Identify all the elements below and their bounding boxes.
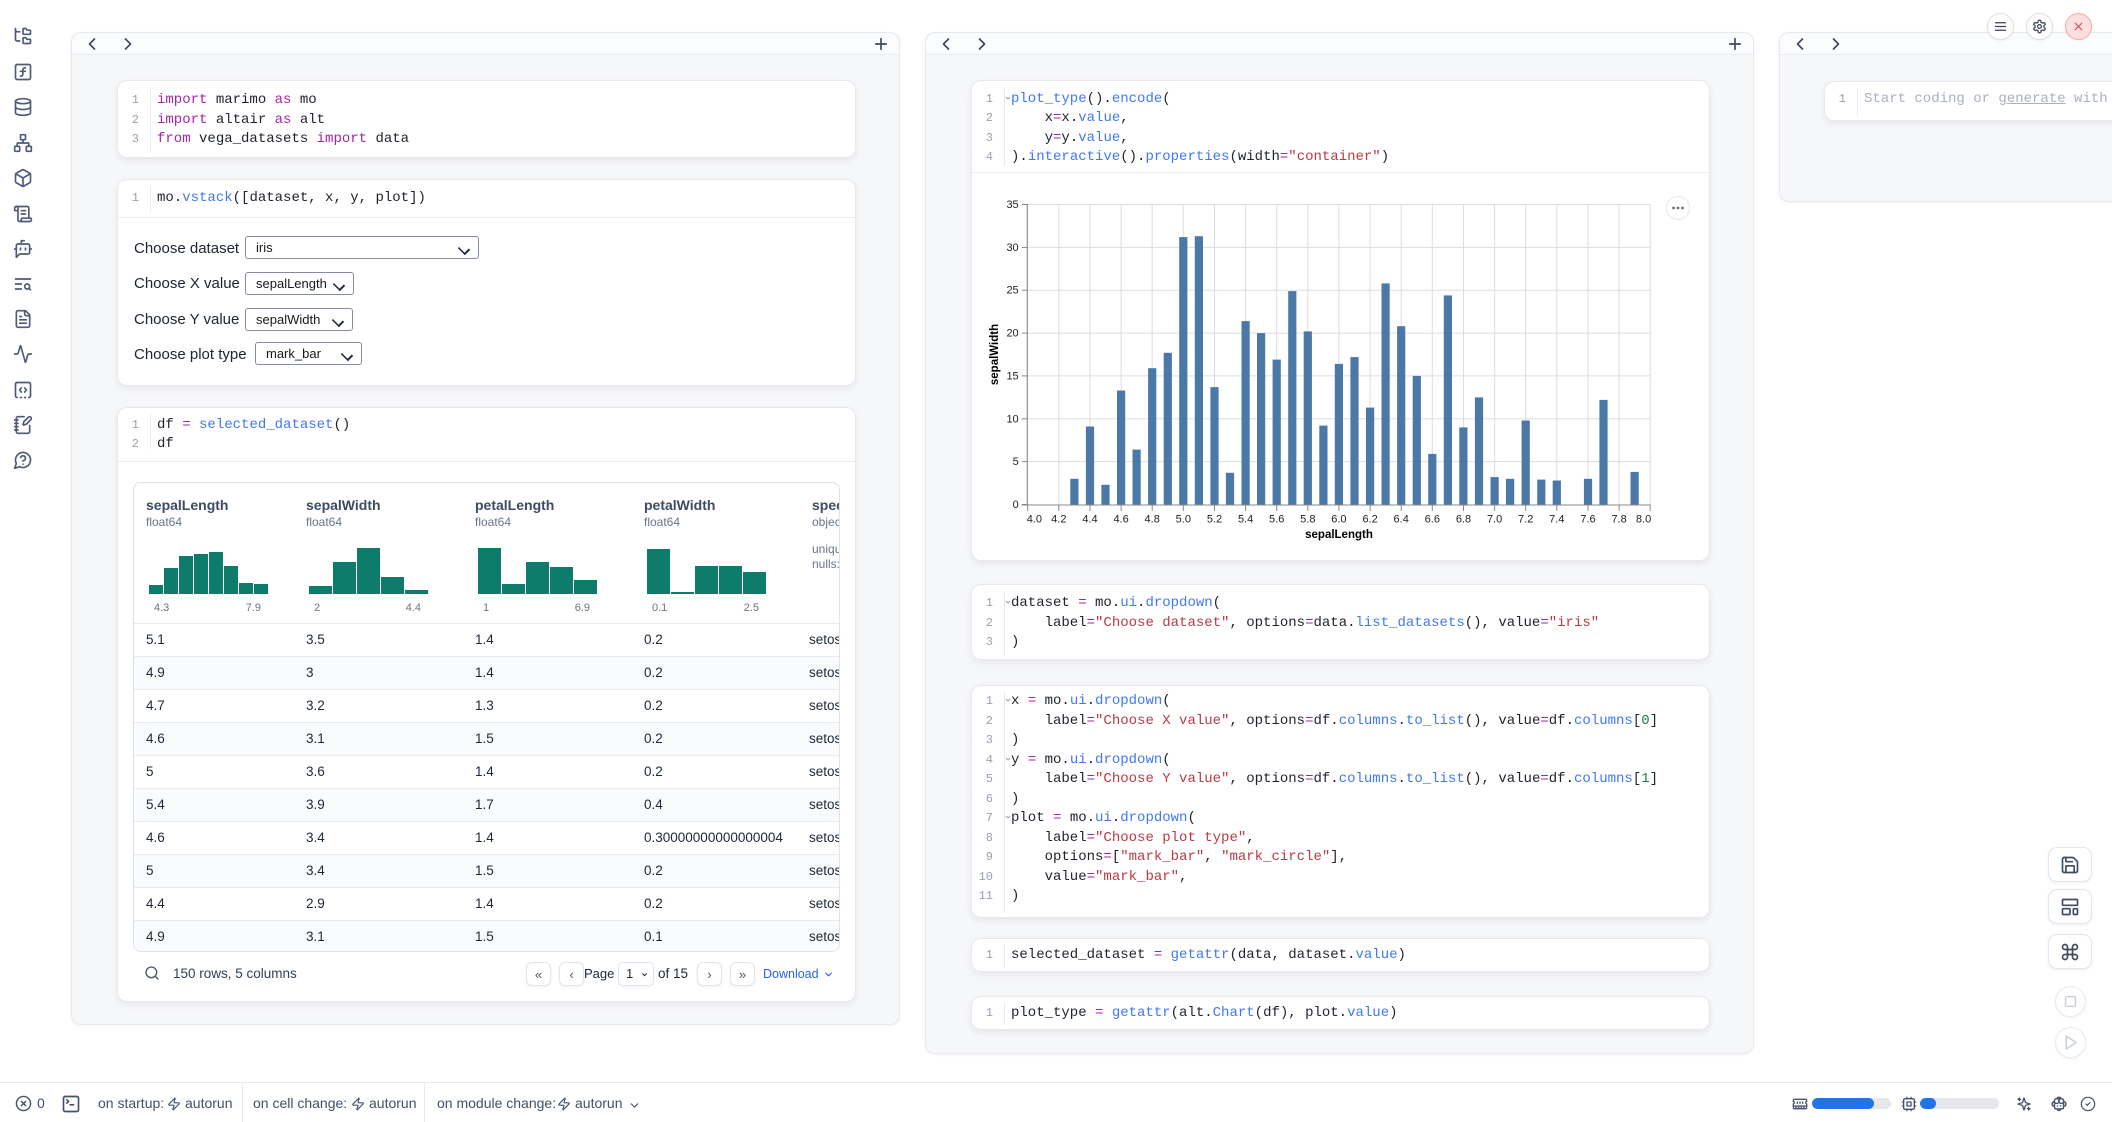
- svg-text:4.0: 4.0: [1027, 514, 1042, 526]
- svg-text:4.2: 4.2: [1051, 514, 1066, 526]
- svg-text:15: 15: [1006, 370, 1018, 382]
- svg-text:6.8: 6.8: [1456, 514, 1471, 526]
- svg-text:7.0: 7.0: [1487, 514, 1502, 526]
- svg-text:5.0: 5.0: [1176, 514, 1191, 526]
- svg-text:5.6: 5.6: [1269, 514, 1284, 526]
- svg-text:5: 5: [1013, 456, 1019, 468]
- svg-text:35: 35: [1006, 199, 1018, 211]
- svg-text:7.6: 7.6: [1580, 514, 1595, 526]
- svg-text:4.8: 4.8: [1145, 514, 1160, 526]
- svg-text:7.2: 7.2: [1518, 514, 1533, 526]
- svg-text:8.0: 8.0: [1636, 514, 1651, 526]
- svg-text:20: 20: [1006, 328, 1018, 340]
- svg-text:sepalWidth: sepalWidth: [989, 324, 1001, 385]
- svg-text:4.6: 4.6: [1113, 514, 1128, 526]
- svg-text:5.2: 5.2: [1207, 514, 1222, 526]
- svg-text:0: 0: [1013, 499, 1019, 511]
- svg-text:sepalLength: sepalLength: [1305, 529, 1373, 541]
- svg-text:10: 10: [1006, 413, 1018, 425]
- svg-text:30: 30: [1006, 242, 1018, 254]
- svg-text:6.2: 6.2: [1362, 514, 1377, 526]
- svg-text:6.6: 6.6: [1425, 514, 1440, 526]
- svg-text:5.8: 5.8: [1300, 514, 1315, 526]
- svg-text:4.4: 4.4: [1082, 514, 1097, 526]
- svg-text:5.4: 5.4: [1238, 514, 1253, 526]
- svg-text:6.0: 6.0: [1331, 514, 1346, 526]
- svg-text:7.4: 7.4: [1549, 514, 1564, 526]
- svg-text:7.8: 7.8: [1611, 514, 1626, 526]
- svg-text:25: 25: [1006, 285, 1018, 297]
- svg-text:6.4: 6.4: [1394, 514, 1409, 526]
